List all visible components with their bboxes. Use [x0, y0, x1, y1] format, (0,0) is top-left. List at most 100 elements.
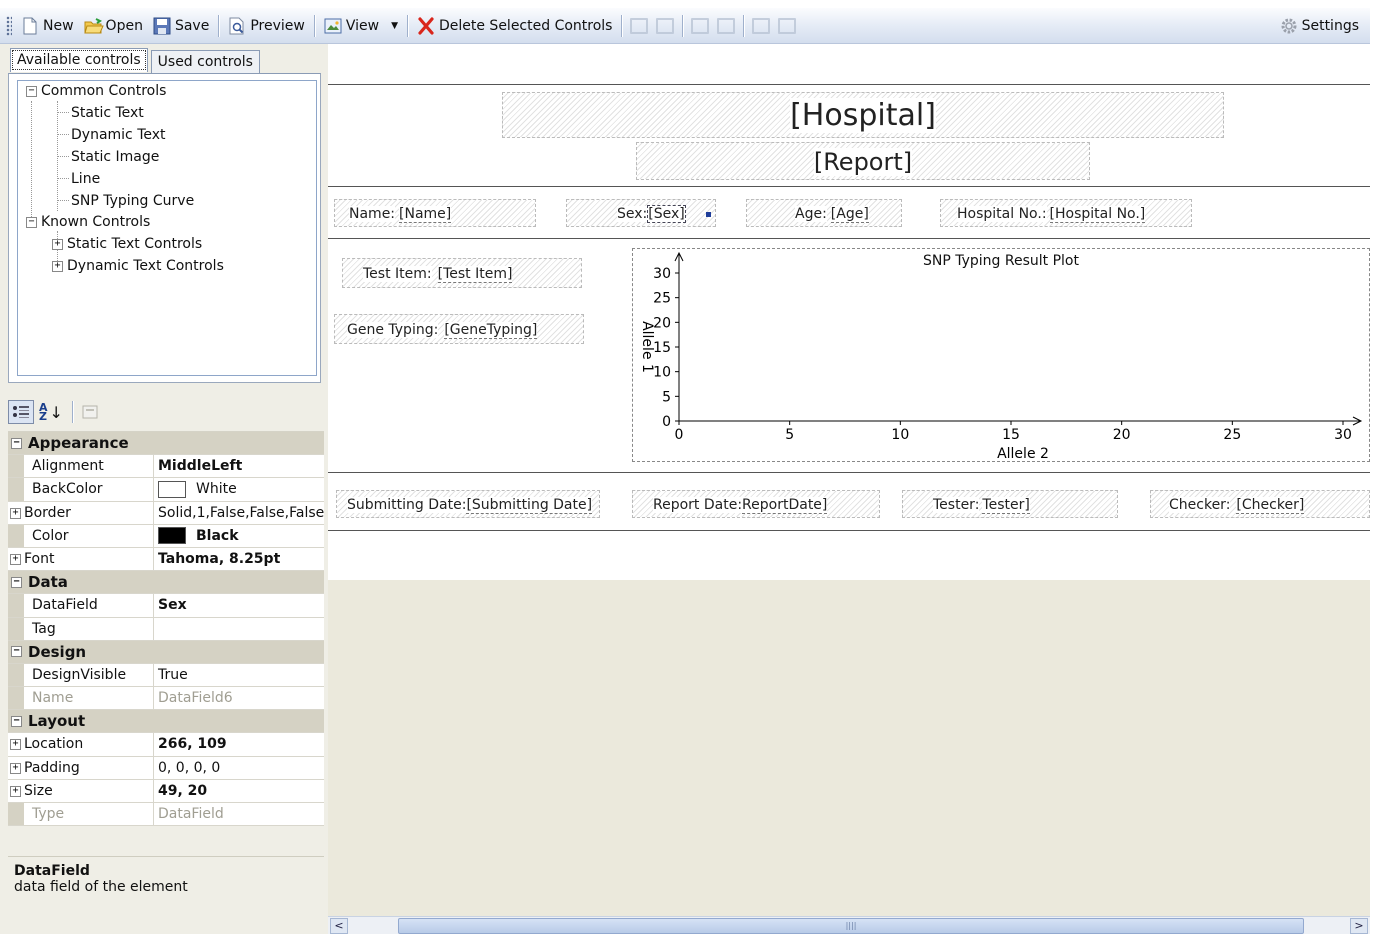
tree-panel: − Common Controls Static Text Dynamic Tex… — [8, 73, 321, 383]
age-field[interactable]: Age: [Age] — [746, 199, 902, 227]
preview-icon — [228, 17, 246, 35]
divider-line[interactable] — [328, 84, 1370, 85]
tree-node-snp-typing-curve[interactable]: SNP Typing Curve — [71, 191, 194, 211]
divider-line[interactable] — [328, 530, 1370, 531]
collapse-icon[interactable]: − — [26, 216, 37, 228]
property-row-location[interactable]: + Location 266, 109 — [8, 733, 324, 757]
checker-field[interactable]: Checker: [Checker] — [1150, 490, 1370, 518]
property-row-name[interactable]: Name DataField6 — [8, 687, 324, 711]
test-item-field[interactable]: Test Item: [Test Item] — [342, 258, 582, 288]
settings-button[interactable]: Settings — [1275, 12, 1364, 40]
property-grid: − Appearance Alignment MiddleLeft BackColo… — [8, 431, 324, 827]
scroll-right-arrow[interactable]: > — [1350, 918, 1368, 934]
category-layout[interactable]: − Layout — [8, 710, 324, 734]
collapse-icon[interactable]: − — [11, 646, 22, 658]
collapse-icon[interactable]: − — [11, 437, 22, 449]
horizontal-scrollbar[interactable]: < |||| > — [328, 916, 1370, 934]
tree-node-dynamic-text[interactable]: Dynamic Text — [71, 125, 166, 145]
view-dropdown[interactable]: View ▼ — [319, 12, 403, 40]
tab-available-controls[interactable]: Available controls — [10, 48, 148, 72]
tree-node-static-text-controls[interactable]: + Static Text Controls — [52, 234, 202, 254]
property-row-designvisible[interactable]: DesignVisible True — [8, 663, 324, 688]
property-value[interactable]: Solid,1,False,False,False — [154, 501, 324, 524]
expand-icon[interactable]: + — [10, 762, 21, 774]
property-row-type[interactable]: Type DataField — [8, 803, 324, 827]
snp-typing-plot[interactable]: SNP Typing Result Plot 0 5 10 15 20 25 30 0 5 10 1… — [632, 248, 1370, 462]
property-row-padding[interactable]: + Padding 0, 0, 0, 0 — [8, 756, 324, 780]
report-title-field[interactable]: [Report] — [636, 142, 1090, 180]
open-button[interactable]: Open — [79, 12, 148, 40]
hospital-no-field[interactable]: Hospital No.: [Hospital No.] — [940, 199, 1192, 227]
toolbar-grip[interactable] — [6, 15, 12, 36]
property-row-tag[interactable]: Tag — [8, 617, 324, 641]
tree-node-static-text[interactable]: Static Text — [71, 103, 144, 123]
divider-line[interactable] — [328, 238, 1370, 239]
same-height-icon[interactable] — [778, 17, 797, 34]
category-design[interactable]: − Design — [8, 640, 324, 664]
hospital-field[interactable]: [Hospital] — [502, 92, 1224, 138]
property-row-color[interactable]: Color Black — [8, 524, 324, 548]
report-page[interactable]: [Hospital] [Report] Name: [Name] Sex:[Sex… — [328, 44, 1370, 580]
property-row-font[interactable]: + Font Tahoma, 8.25pt — [8, 547, 324, 572]
align-left-icon[interactable] — [630, 17, 649, 34]
tester-field[interactable]: Tester: Tester] — [902, 490, 1118, 518]
collapse-icon[interactable]: − — [11, 715, 22, 727]
new-label: New — [43, 17, 74, 34]
tree-node-label: Dynamic Text Controls — [67, 258, 224, 274]
property-value[interactable]: MiddleLeft — [154, 455, 324, 478]
name-field[interactable]: Name: [Name] — [334, 199, 536, 227]
align-top-icon[interactable] — [691, 17, 710, 34]
expand-icon[interactable]: + — [52, 260, 63, 272]
collapse-icon[interactable]: − — [11, 576, 22, 588]
submitting-date-field[interactable]: Submitting Date:[Submitting Date] — [336, 490, 600, 518]
tree-node-known-controls[interactable]: − Known Controls — [26, 212, 150, 232]
selection-handle[interactable] — [705, 211, 711, 217]
tree-node-common-controls[interactable]: − Common Controls — [26, 81, 166, 101]
same-width-icon[interactable] — [752, 17, 771, 34]
tree-node-line[interactable]: Line — [71, 169, 100, 189]
property-value[interactable]: True — [154, 663, 324, 687]
property-row-size[interactable]: + Size 49, 20 — [8, 779, 324, 803]
property-value[interactable] — [154, 617, 324, 640]
delete-selected-controls-button[interactable]: Delete Selected Controls — [412, 12, 618, 40]
collapse-icon[interactable]: − — [26, 85, 37, 97]
alphabetical-sort-icon[interactable]: A Z ↓ — [38, 400, 64, 424]
scroll-left-arrow[interactable]: < — [330, 918, 348, 934]
property-value[interactable]: 0, 0, 0, 0 — [154, 756, 324, 779]
align-right-icon[interactable] — [656, 17, 675, 34]
property-value[interactable]: White — [154, 478, 324, 501]
property-row-backcolor[interactable]: BackColor White — [8, 478, 324, 502]
category-data[interactable]: − Data — [8, 571, 324, 595]
expand-icon[interactable]: + — [10, 507, 21, 519]
hospital-no-label: Hospital No.: — [957, 206, 1047, 222]
property-row-datafield[interactable]: DataField Sex — [8, 594, 324, 618]
controls-tree[interactable]: − Common Controls Static Text Dynamic Tex… — [17, 80, 317, 376]
tree-node-static-image[interactable]: Static Image — [71, 147, 159, 167]
divider-line[interactable] — [328, 186, 1370, 187]
expand-icon[interactable]: + — [10, 785, 21, 797]
report-date-field[interactable]: Report Date:ReportDate] — [632, 490, 880, 518]
gene-typing-field[interactable]: Gene Typing: [GeneTyping] — [334, 314, 584, 344]
categorized-icon[interactable] — [8, 400, 34, 424]
property-value[interactable]: 49, 20 — [154, 779, 324, 802]
expand-icon[interactable]: + — [52, 238, 63, 250]
tab-used-controls[interactable]: Used controls — [150, 50, 260, 74]
property-row-alignment[interactable]: Alignment MiddleLeft — [8, 455, 324, 479]
new-button[interactable]: New — [16, 12, 79, 40]
tree-node-dynamic-text-controls[interactable]: + Dynamic Text Controls — [52, 256, 224, 276]
expand-icon[interactable]: + — [10, 553, 21, 565]
preview-button[interactable]: Preview — [223, 12, 310, 40]
property-row-border[interactable]: + Border Solid,1,False,False,False — [8, 501, 324, 525]
property-value[interactable]: Black — [154, 524, 324, 547]
property-pages-icon[interactable] — [77, 400, 103, 424]
category-appearance[interactable]: − Appearance — [8, 432, 324, 456]
property-value[interactable]: Tahoma, 8.25pt — [154, 547, 324, 571]
align-bottom-icon[interactable] — [717, 17, 736, 34]
property-value[interactable]: Sex — [154, 594, 324, 617]
scroll-thumb[interactable]: |||| — [398, 918, 1304, 934]
save-button[interactable]: Save — [148, 12, 214, 40]
expand-icon[interactable]: + — [10, 739, 21, 751]
sex-field[interactable]: Sex:[Sex] — [566, 199, 716, 227]
property-value[interactable]: 266, 109 — [154, 733, 324, 756]
divider-line[interactable] — [328, 472, 1370, 473]
